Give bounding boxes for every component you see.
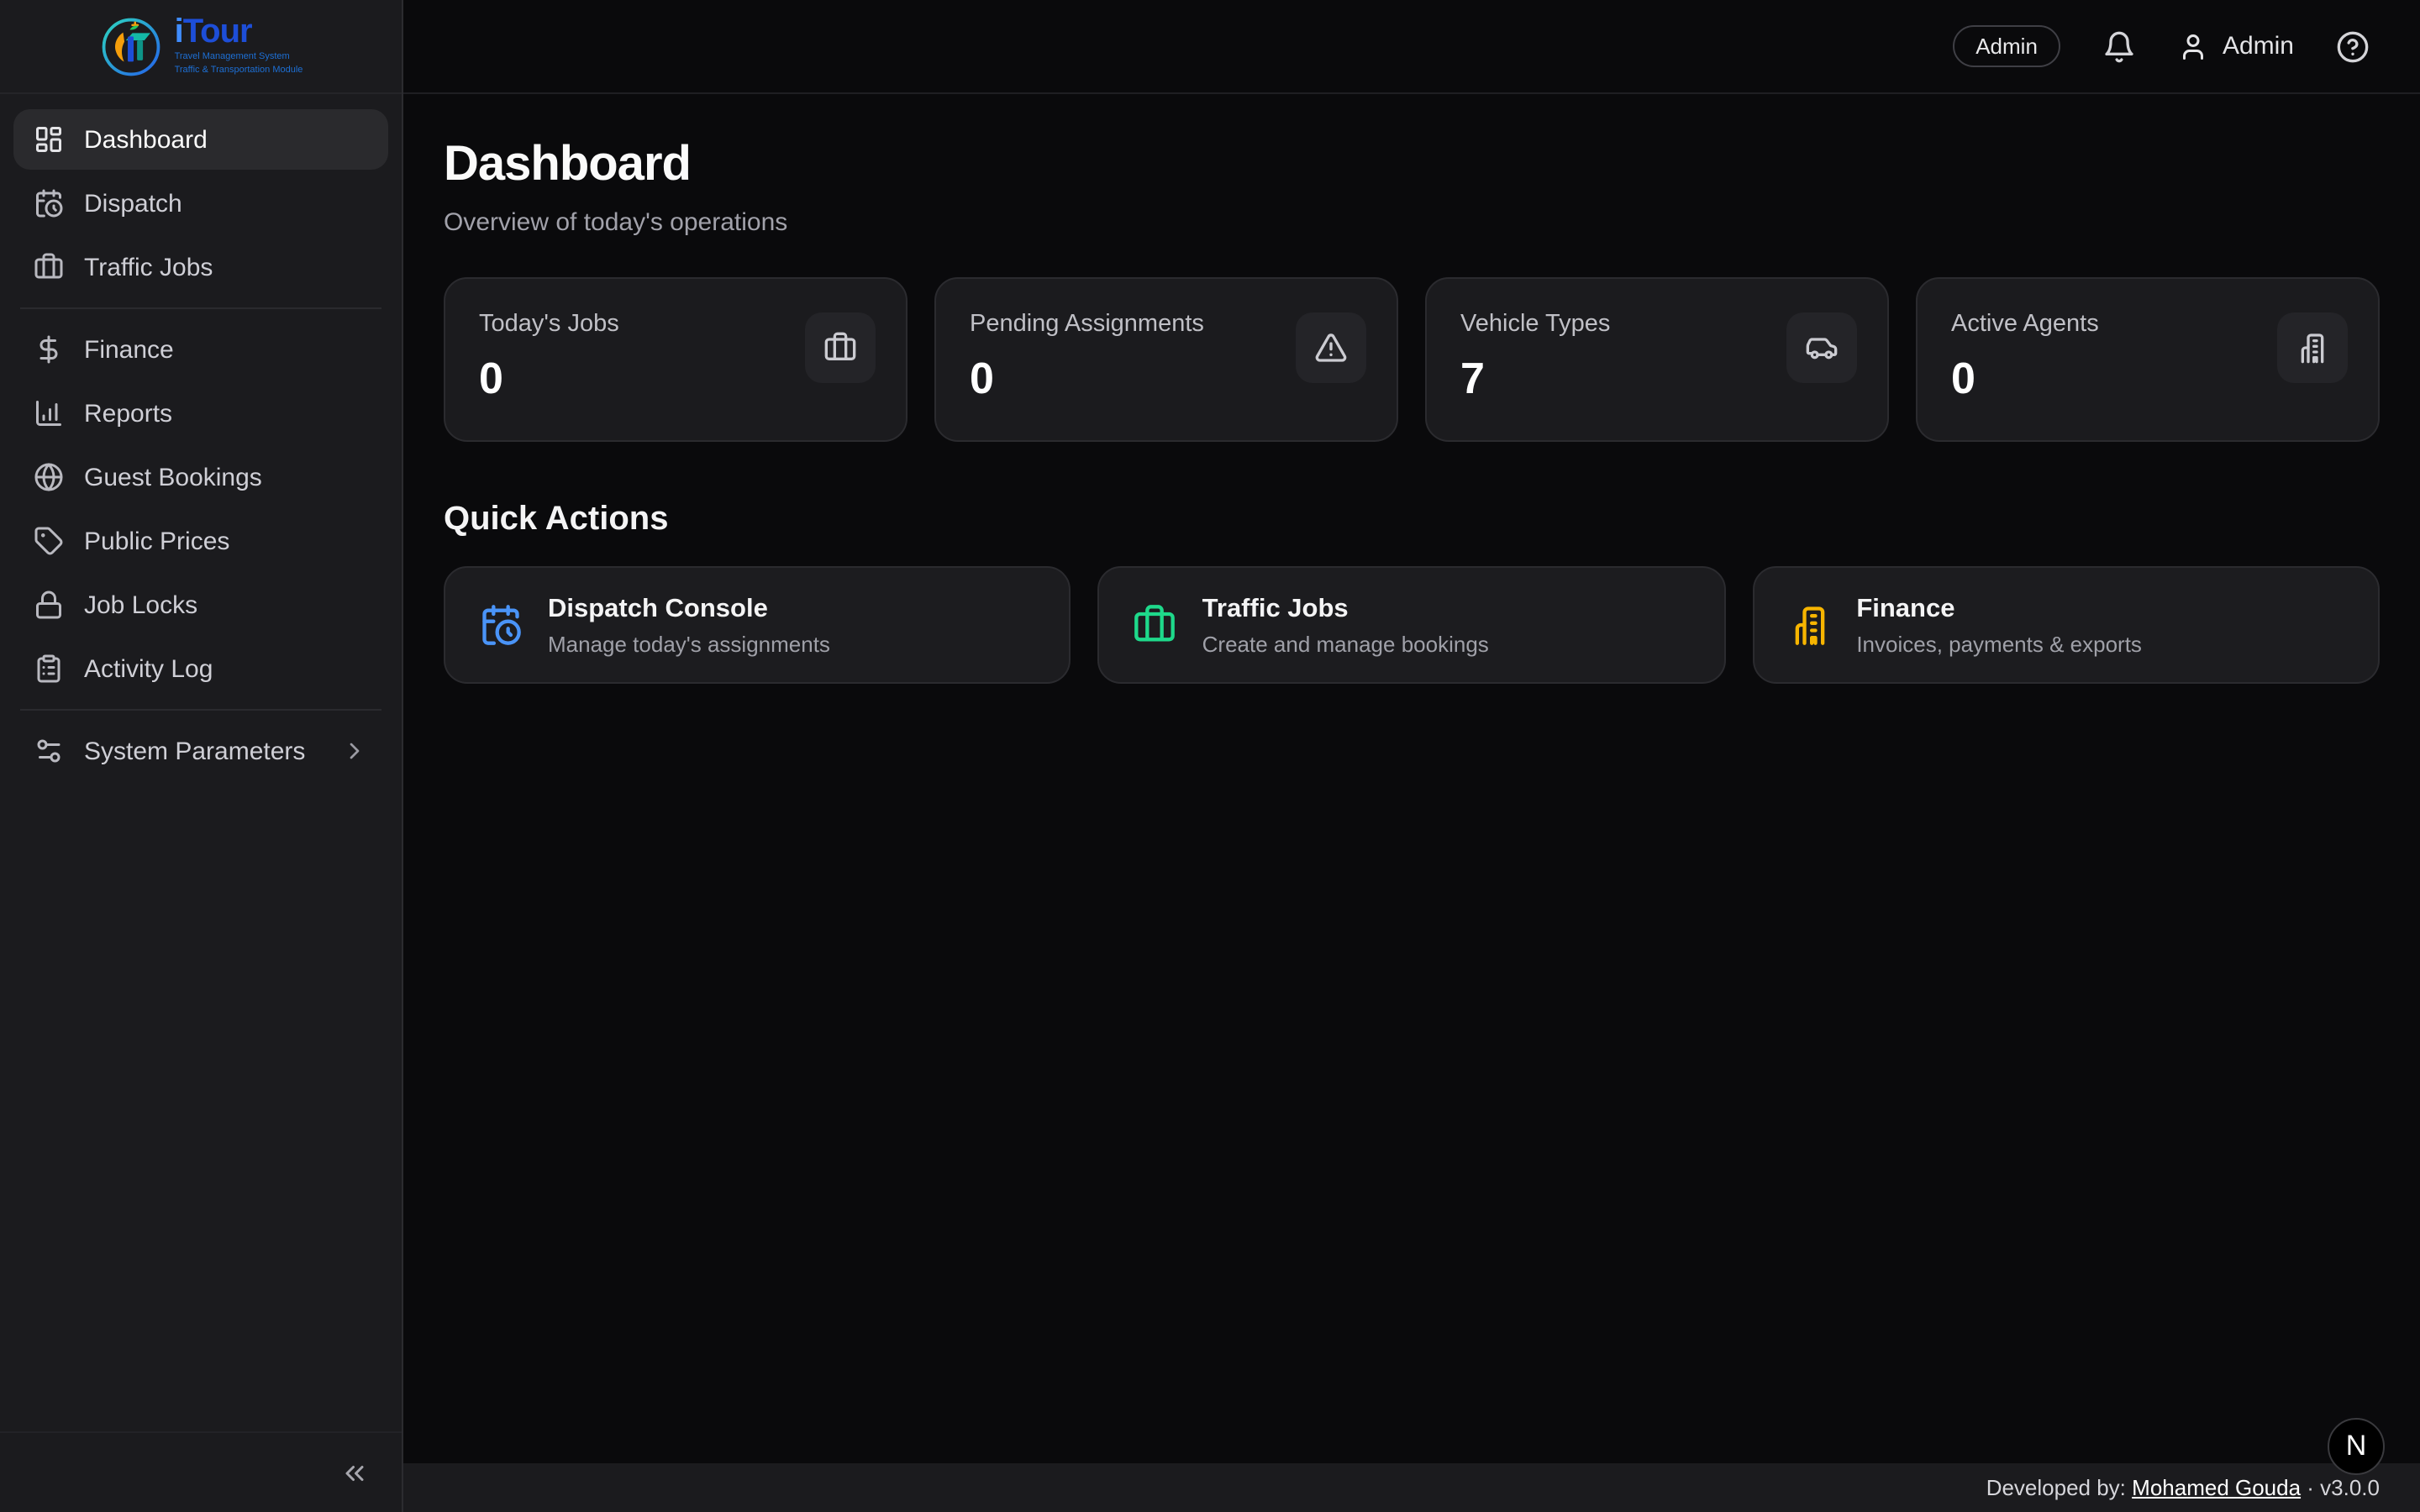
action-subtitle: Manage today's assignments [548, 631, 830, 656]
action-subtitle: Invoices, payments & exports [1856, 631, 2142, 656]
bell-icon [2103, 29, 2137, 63]
building-icon [1787, 603, 1831, 647]
footer-bar: Developed by: Mohamed Gouda · v3.0.0 [403, 1463, 2420, 1512]
action-title: Finance [1856, 594, 2142, 624]
chevron-right-icon [341, 738, 368, 764]
footer-version: · v3.0.0 [2301, 1475, 2380, 1500]
help-button[interactable] [2336, 29, 2370, 63]
action-text: Dispatch Console Manage today's assignme… [548, 594, 830, 656]
brand-name: iTour [175, 15, 303, 49]
devtools-button[interactable]: N [2328, 1418, 2385, 1475]
building-icon [2296, 331, 2329, 365]
action-card-dispatch-console[interactable]: Dispatch Console Manage today's assignme… [444, 566, 1071, 684]
chevrons-left-icon [339, 1457, 370, 1488]
sidebar-footer [0, 1431, 402, 1512]
sidebar-item-finance[interactable]: Finance [13, 319, 388, 380]
stat-iconbox [1296, 312, 1366, 383]
sidebar-item-label: Job Locks [84, 591, 197, 619]
sidebar-item-label: Reports [84, 399, 172, 428]
actions-grid: Dispatch Console Manage today's assignme… [444, 566, 2380, 684]
stat-card-pending-assignments: Pending Assignments 0 [934, 277, 1398, 442]
page-content: Dashboard Overview of today's operations… [403, 94, 2420, 684]
user-name: Admin [2223, 32, 2294, 60]
stat-iconbox [1786, 312, 1857, 383]
brand-text: iTour Travel Management System Traffic &… [175, 15, 303, 77]
sidebar-item-activity-log[interactable]: Activity Log [13, 638, 388, 699]
sidebar-item-traffic-jobs[interactable]: Traffic Jobs [13, 237, 388, 297]
alert-triangle-icon [1314, 331, 1348, 365]
sidebar-nav: Dashboard Dispatch Traffic Jobs Finance … [0, 94, 402, 1431]
sidebar-item-reports[interactable]: Reports [13, 383, 388, 444]
globe-icon [34, 462, 64, 492]
sidebar: iTour Travel Management System Traffic &… [0, 0, 403, 1512]
lock-icon [34, 590, 64, 620]
footer-prefix: Developed by: [1986, 1475, 2132, 1500]
bar-chart-icon [34, 398, 64, 428]
user-menu[interactable]: Admin [2179, 31, 2294, 61]
sidebar-item-job-locks[interactable]: Job Locks [13, 575, 388, 635]
sidebar-item-dispatch[interactable]: Dispatch [13, 173, 388, 234]
brand-logo: iTour Travel Management System Traffic &… [0, 0, 402, 94]
action-title: Traffic Jobs [1202, 594, 1489, 624]
footer-author-link[interactable]: Mohamed Gouda [2132, 1475, 2301, 1500]
stats-grid: Today's Jobs 0 Pending Assignments 0 Veh… [444, 277, 2380, 442]
app-root: iTour Travel Management System Traffic &… [0, 0, 2420, 1512]
help-circle-icon [2336, 29, 2370, 63]
nav-divider [20, 307, 381, 309]
stat-card-todays-jobs: Today's Jobs 0 [444, 277, 908, 442]
calendar-clock-icon [479, 603, 523, 647]
sidebar-collapse-button[interactable] [328, 1446, 381, 1499]
sidebar-item-label: Dashboard [84, 125, 208, 154]
sidebar-item-guest-bookings[interactable]: Guest Bookings [13, 447, 388, 507]
briefcase-icon [823, 331, 857, 365]
action-subtitle: Create and manage bookings [1202, 631, 1489, 656]
itour-logo-icon [99, 14, 163, 78]
role-badge: Admin [1952, 25, 2061, 67]
stat-card-active-agents: Active Agents 0 [1916, 277, 2380, 442]
briefcase-icon [34, 252, 64, 282]
sidebar-item-public-prices[interactable]: Public Prices [13, 511, 388, 571]
sidebar-item-dashboard[interactable]: Dashboard [13, 109, 388, 170]
sidebar-item-label: System Parameters [84, 737, 305, 765]
quick-actions-heading: Quick Actions [444, 501, 2380, 539]
briefcase-icon [1134, 603, 1177, 647]
clipboard-list-icon [34, 654, 64, 684]
nav-divider [20, 709, 381, 711]
van-icon [1805, 331, 1839, 365]
sidebar-item-label: Traffic Jobs [84, 253, 213, 281]
sidebar-item-label: Activity Log [84, 654, 213, 683]
layout-dashboard-icon [34, 124, 64, 155]
main-area: Admin Admin Dashboard Overview of today'… [403, 0, 2420, 1512]
topbar: Admin Admin [403, 0, 2420, 94]
stat-card-vehicle-types: Vehicle Types 7 [1425, 277, 1889, 442]
notifications-button[interactable] [2103, 29, 2137, 63]
sidebar-item-label: Finance [84, 335, 174, 364]
sidebar-item-system-parameters[interactable]: System Parameters [13, 721, 388, 781]
tag-icon [34, 526, 64, 556]
page-subtitle: Overview of today's operations [444, 208, 2380, 237]
sidebar-item-label: Dispatch [84, 189, 182, 218]
stat-iconbox [805, 312, 876, 383]
stat-iconbox [2277, 312, 2348, 383]
settings-sliders-icon [34, 736, 64, 766]
page-title: Dashboard [444, 138, 2380, 193]
dollar-icon [34, 334, 64, 365]
action-title: Dispatch Console [548, 594, 830, 624]
action-card-finance[interactable]: Finance Invoices, payments & exports [1752, 566, 2380, 684]
brand-tagline: Travel Management System Traffic & Trans… [175, 52, 303, 77]
action-text: Finance Invoices, payments & exports [1856, 594, 2142, 656]
user-icon [2179, 31, 2209, 61]
calendar-clock-icon [34, 188, 64, 218]
sidebar-item-label: Guest Bookings [84, 463, 262, 491]
action-text: Traffic Jobs Create and manage bookings [1202, 594, 1489, 656]
action-card-traffic-jobs[interactable]: Traffic Jobs Create and manage bookings [1098, 566, 1726, 684]
sidebar-item-label: Public Prices [84, 527, 229, 555]
